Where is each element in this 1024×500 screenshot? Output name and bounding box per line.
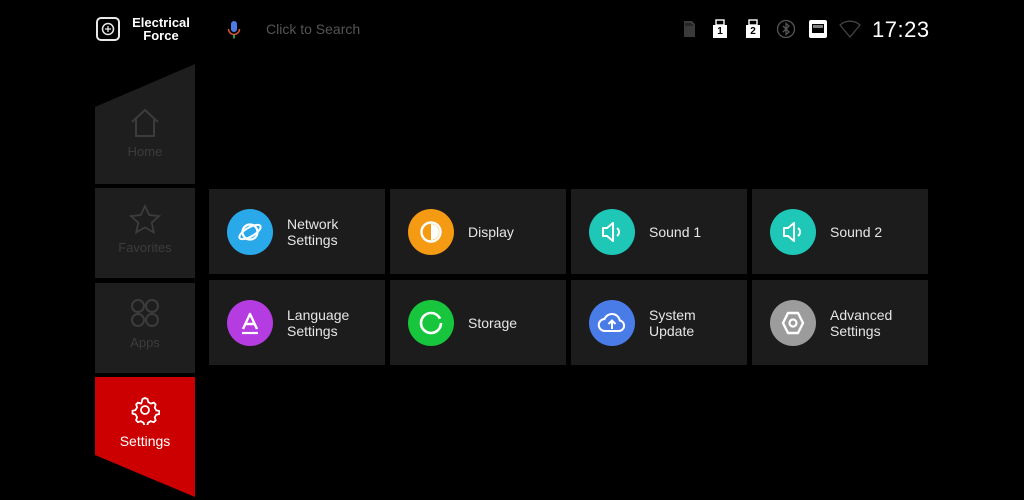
- brand-line-2: Force: [143, 28, 179, 43]
- tile-label: Storage: [468, 314, 518, 331]
- tile-network-settings[interactable]: Network Settings: [209, 189, 385, 274]
- nav-settings-label: Settings: [119, 433, 171, 449]
- tile-sound-1[interactable]: Sound 1: [571, 189, 747, 274]
- display-icon: [408, 208, 454, 255]
- star-icon: [129, 204, 161, 234]
- apps-icon: [131, 299, 159, 327]
- storage-icon: [408, 299, 454, 346]
- usb-1-icon: 1: [709, 18, 731, 40]
- tile-label: Sound 1: [649, 223, 702, 240]
- tile-label: Network Settings: [287, 215, 339, 248]
- tile-label: Display: [468, 223, 514, 240]
- nav-home-label: Home: [127, 144, 163, 159]
- nav-settings[interactable]: Settings: [95, 377, 195, 497]
- tile-system-update[interactable]: System Update: [571, 280, 747, 365]
- microphone-icon[interactable]: [226, 20, 242, 40]
- home-icon: [131, 108, 159, 137]
- speaker-icon: [589, 208, 635, 255]
- settings-grid: Network Settings Display Sound 1 Sound 2 …: [209, 189, 929, 365]
- speaker-icon: [770, 208, 816, 255]
- clock: 17:23: [872, 17, 930, 42]
- bluetooth-icon: [775, 18, 797, 40]
- nav-apps-label: Apps: [130, 335, 160, 350]
- search-input[interactable]: Click to Search: [266, 21, 360, 37]
- nav-favorites[interactable]: Favorites: [95, 188, 195, 278]
- nav-apps[interactable]: Apps: [95, 283, 195, 373]
- tile-sound-2[interactable]: Sound 2: [752, 189, 928, 274]
- usb-1-label: 1: [717, 26, 723, 37]
- tile-display[interactable]: Display: [390, 189, 566, 274]
- tile-label: System Update: [649, 306, 696, 339]
- gear-icon: [131, 397, 160, 425]
- nav-home[interactable]: Home: [95, 64, 195, 184]
- hex-nut-icon: [770, 299, 816, 346]
- language-icon: [227, 299, 273, 346]
- tile-storage[interactable]: Storage: [390, 280, 566, 365]
- usb-2-label: 2: [750, 26, 756, 37]
- tile-label: Advanced Settings: [830, 306, 893, 339]
- usb-2-icon: 2: [742, 18, 764, 40]
- tile-language-settings[interactable]: Language Settings: [209, 280, 385, 365]
- sd-card-icon: [678, 18, 700, 40]
- cloud-upload-icon: [589, 299, 635, 346]
- nav-favorites-label: Favorites: [118, 240, 172, 255]
- brand-name: Electrical Force: [128, 16, 194, 42]
- tile-label: Sound 2: [830, 223, 883, 240]
- tile-label: Language Settings: [287, 306, 350, 339]
- tile-advanced-settings[interactable]: Advanced Settings: [752, 280, 928, 365]
- planet-icon: [227, 208, 273, 255]
- wifi-icon: [839, 18, 861, 40]
- brand-logo-icon: [96, 17, 120, 41]
- ethernet-icon: [807, 18, 829, 40]
